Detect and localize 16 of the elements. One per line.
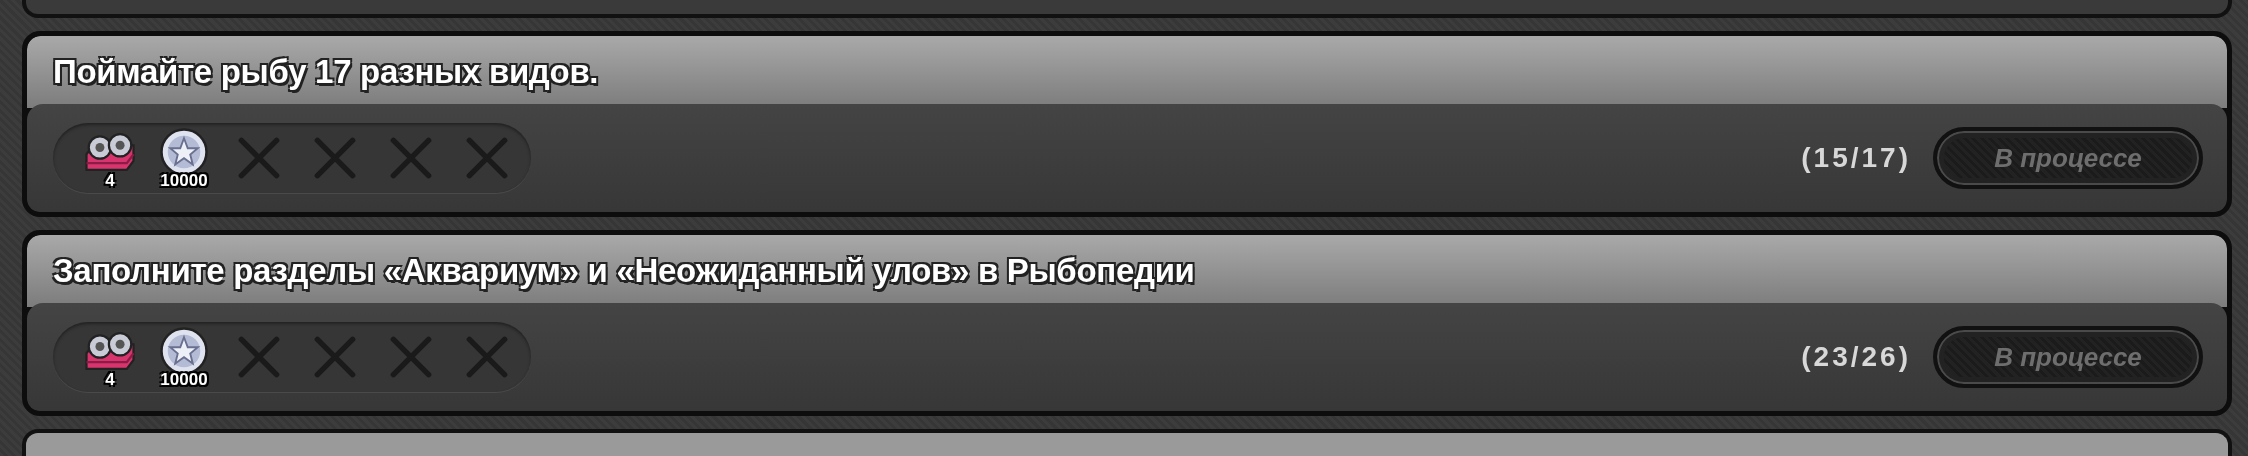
empty-slot-icon [237, 136, 281, 180]
reward-amount: 10000 [160, 171, 208, 191]
empty-slot-icon [465, 335, 509, 379]
reward-amount: 4 [105, 171, 115, 191]
reward-amount: 10000 [160, 370, 208, 390]
progress-count: (15/17) [1801, 142, 1911, 174]
quest-title: Поймайте рыбу 17 разных видов. [53, 53, 599, 91]
empty-slot-icon [313, 335, 357, 379]
progress-count: (23/26) [1801, 341, 1911, 373]
reward-amount: 4 [105, 370, 115, 390]
quest-title: Заполните разделы «Аквариум» и «Неожиданный улов» в Рыбопедии [53, 252, 1195, 290]
empty-slot-icon [313, 136, 357, 180]
empty-slot-icon [465, 136, 509, 180]
empty-slot-icon [389, 335, 433, 379]
empty-slot-icon [389, 136, 433, 180]
empty-slot-icon [237, 335, 281, 379]
